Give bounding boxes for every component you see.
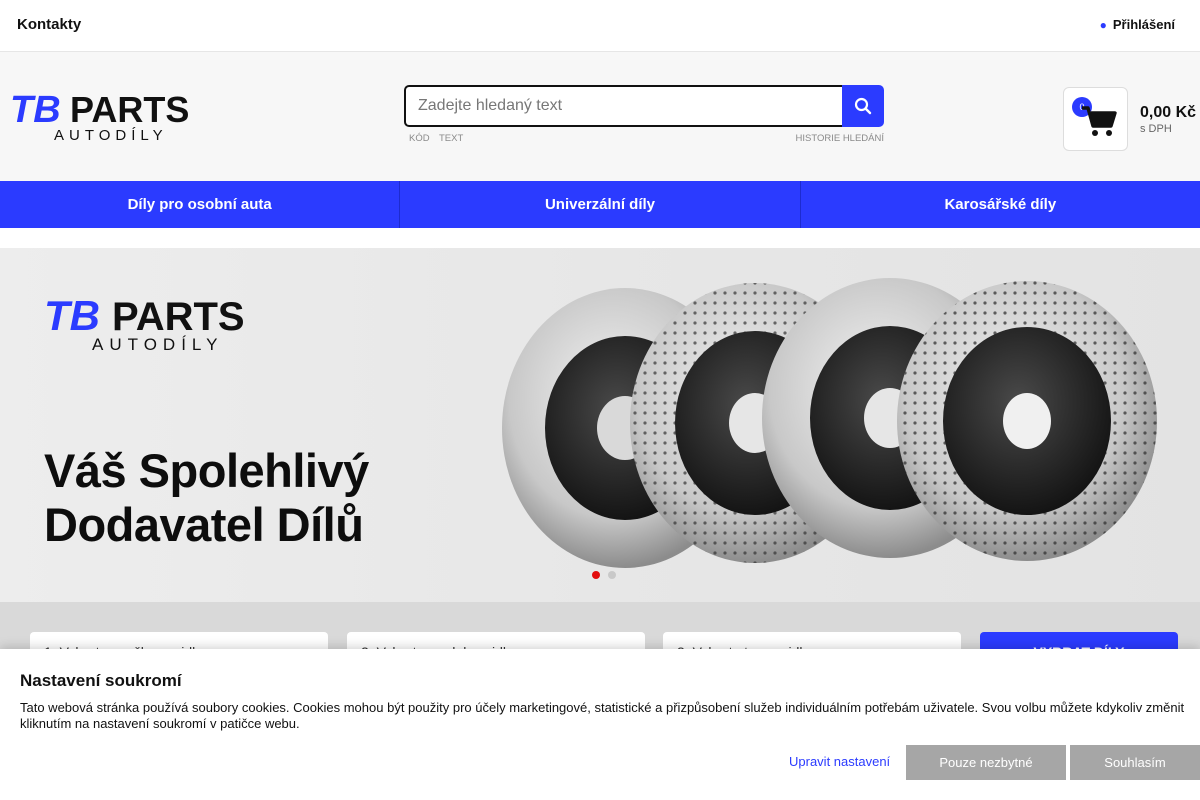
svg-text:PARTS: PARTS — [70, 89, 189, 130]
svg-text:AUTODÍLY: AUTODÍLY — [54, 127, 168, 144]
carousel-dots — [592, 571, 616, 579]
main-nav: Díly pro osobní auta Univerzální díly Ka… — [0, 181, 1200, 228]
search-option-text[interactable]: TEXT — [439, 133, 463, 144]
header: TB PARTS AUTODÍLY KÓD TEXT HISTORIE HLED… — [0, 52, 1200, 181]
search-history-link[interactable]: HISTORIE HLEDÁNÍ — [795, 133, 884, 144]
svg-text:PARTS: PARTS — [112, 295, 245, 339]
banner-headline-line1: Váš Spolehlivý — [44, 444, 369, 497]
cart-vat-note: s DPH — [1140, 123, 1172, 135]
search-area: KÓD TEXT HISTORIE HLEDÁNÍ — [404, 85, 884, 149]
site-logo[interactable]: TB PARTS AUTODÍLY — [10, 88, 224, 144]
banner-headline: Váš Spolehlivý Dodavatel Dílů — [44, 444, 369, 552]
search-input[interactable] — [404, 85, 842, 127]
nav-item-passenger-cars[interactable]: Díly pro osobní auta — [0, 181, 401, 228]
disc-4 — [897, 281, 1157, 561]
svg-text:TB: TB — [44, 292, 100, 339]
cart-button[interactable]: 0 — [1063, 87, 1128, 151]
carousel-dot-1[interactable] — [592, 571, 600, 579]
brake-discs-image — [502, 278, 1157, 568]
svg-text:AUTODÍLY: AUTODÍLY — [92, 335, 223, 354]
search-icon — [854, 97, 872, 115]
carousel-dot-2[interactable] — [608, 571, 616, 579]
contacts-link[interactable]: Kontakty — [17, 16, 81, 33]
banner-logo: TB PARTS AUTODÍLY — [44, 292, 245, 354]
login-link[interactable]: ● Přihlášení — [1100, 17, 1175, 32]
search-option-code[interactable]: KÓD — [409, 133, 430, 144]
cart-icon — [1082, 106, 1117, 136]
cookie-settings-link[interactable]: Upravit nastavení — [789, 754, 890, 769]
top-bar: Kontakty ● Přihlášení — [0, 0, 1200, 52]
hero-banner[interactable]: TB PARTS AUTODÍLY Váš Spolehlivý Dodavat… — [0, 248, 1200, 602]
cookie-title: Nastavení soukromí — [20, 671, 182, 690]
search-button[interactable] — [842, 85, 884, 127]
search-options: KÓD TEXT HISTORIE HLEDÁNÍ — [404, 133, 884, 149]
cookie-banner: Nastavení soukromí Tato webová stránka p… — [0, 649, 1200, 800]
cookie-agree-button[interactable]: Souhlasím — [1070, 745, 1200, 780]
user-icon: ● — [1099, 17, 1107, 32]
login-label: Přihlášení — [1112, 17, 1175, 32]
nav-item-universal-parts[interactable]: Univerzální díly — [400, 181, 801, 228]
banner-headline-line2: Dodavatel Dílů — [44, 498, 364, 551]
cart-total[interactable]: 0,00 Kč s DPH — [1140, 104, 1196, 135]
cookie-necessary-button[interactable]: Pouze nezbytné — [906, 745, 1066, 780]
svg-text:TB: TB — [10, 89, 61, 131]
cart-price: 0,00 Kč — [1140, 104, 1197, 121]
cookie-text: Tato webová stránka používá soubory cook… — [20, 700, 1185, 731]
search-box — [404, 85, 884, 127]
nav-item-body-parts[interactable]: Karosářské díly — [801, 181, 1200, 228]
